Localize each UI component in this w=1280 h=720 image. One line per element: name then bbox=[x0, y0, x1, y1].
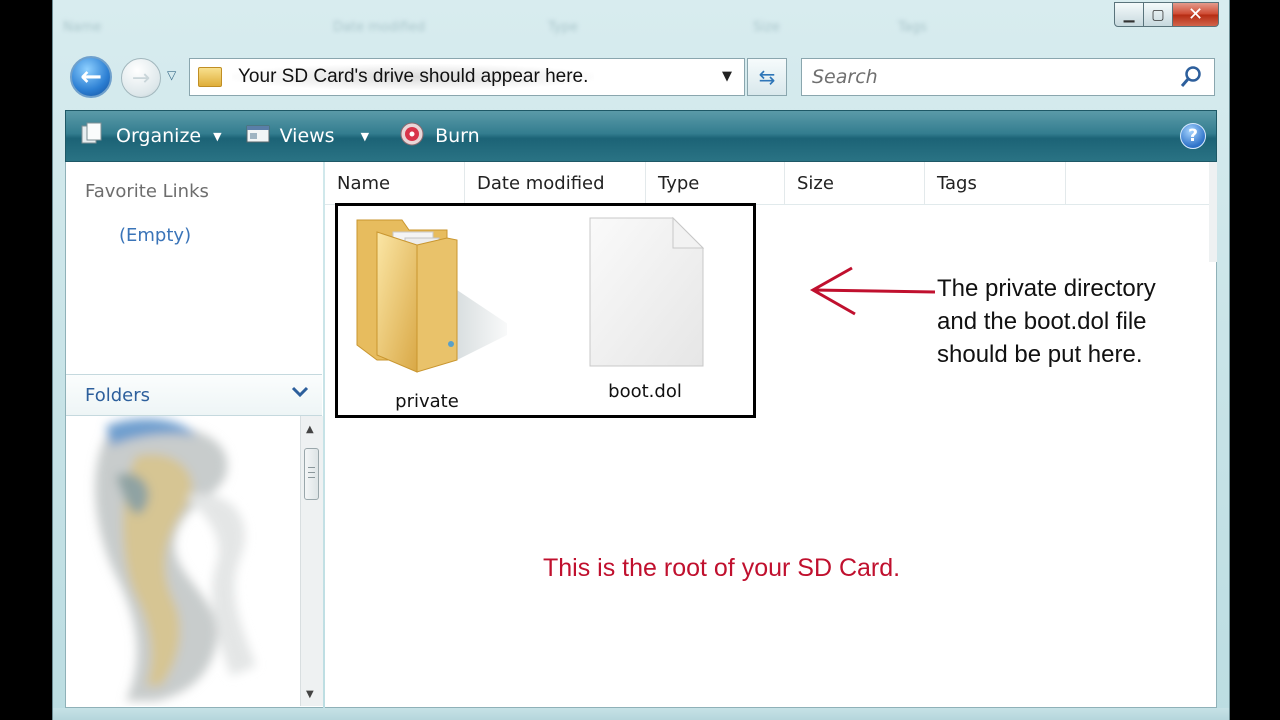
search-input[interactable] bbox=[810, 65, 1174, 89]
burn-button[interactable]: Burn bbox=[399, 121, 480, 152]
folder-icon bbox=[198, 67, 222, 87]
minimize-icon: ▁ bbox=[1123, 6, 1135, 23]
file-list-pane: Name Date modified Type Size Tags privat… bbox=[325, 162, 1217, 708]
address-dropdown-icon[interactable]: ▼ bbox=[722, 69, 732, 84]
vertical-scrollbar[interactable] bbox=[1209, 162, 1217, 262]
scroll-thumb[interactable] bbox=[304, 448, 319, 500]
folder-tree-blurred bbox=[66, 416, 300, 706]
forward-arrow-icon: → bbox=[131, 65, 151, 91]
ghost-header-name: Name bbox=[63, 20, 102, 35]
blurred-swirl-image bbox=[95, 418, 256, 701]
folder-item-private[interactable]: private bbox=[347, 210, 517, 412]
burn-disc-icon bbox=[399, 121, 425, 152]
favorite-links-title: Favorite Links bbox=[85, 181, 209, 202]
close-button[interactable]: ✕ bbox=[1172, 2, 1219, 27]
chevron-down-icon: ▼ bbox=[360, 129, 370, 143]
address-text: Your SD Card's drive should appear here. bbox=[232, 64, 595, 90]
window-controls: ▁ ▢ ✕ bbox=[1114, 2, 1219, 27]
ghost-header-size: Size bbox=[753, 20, 780, 35]
organize-icon bbox=[80, 122, 106, 151]
help-button[interactable]: ? bbox=[1180, 123, 1206, 149]
file-icon bbox=[589, 216, 705, 367]
views-icon bbox=[246, 123, 270, 150]
navigation-pane: Favorite Links (Empty) Folders ▲ ▼ bbox=[65, 162, 323, 708]
ghost-header-type: Type bbox=[548, 20, 578, 35]
command-bar: Organize ▼ Views ▼ Burn ? bbox=[65, 110, 1217, 162]
file-name: private bbox=[395, 391, 459, 412]
annotation-line: and the boot.dol file bbox=[937, 308, 1147, 335]
address-bar[interactable]: Your SD Card's drive should appear here.… bbox=[189, 58, 745, 96]
annotation-arrow-icon bbox=[809, 266, 936, 316]
burn-label: Burn bbox=[435, 125, 480, 147]
column-header-date-modified[interactable]: Date modified bbox=[465, 162, 646, 204]
file-item-boot-dol[interactable]: boot.dol bbox=[585, 214, 705, 402]
maximize-icon: ▢ bbox=[1151, 6, 1165, 23]
ghost-column-header: Name Date modified Type Size Tags bbox=[53, 14, 1229, 38]
scroll-down-icon[interactable]: ▼ bbox=[306, 689, 314, 700]
forward-button[interactable]: → bbox=[121, 58, 161, 98]
organize-menu[interactable]: Organize ▼ bbox=[80, 122, 222, 151]
folders-toggle[interactable]: Folders bbox=[66, 374, 322, 416]
refresh-icon: ⇆ bbox=[758, 65, 776, 89]
column-header-size[interactable]: Size bbox=[785, 162, 925, 204]
refresh-button[interactable]: ⇆ bbox=[747, 58, 787, 96]
annotation-line: The private directory bbox=[937, 275, 1156, 302]
annotation-text: The private directory and the boot.dol f… bbox=[937, 272, 1156, 371]
explorer-window: Name Date modified Type Size Tags ▁ ▢ ✕ … bbox=[52, 0, 1230, 720]
back-button[interactable]: ← bbox=[70, 56, 112, 98]
chevron-down-icon: ▽ bbox=[167, 68, 177, 82]
maximize-button[interactable]: ▢ bbox=[1143, 2, 1173, 27]
back-arrow-icon: ← bbox=[80, 62, 102, 92]
file-name: boot.dol bbox=[608, 381, 682, 402]
organize-label: Organize bbox=[116, 125, 202, 147]
folders-scrollbar[interactable]: ▲ ▼ bbox=[300, 416, 323, 706]
column-header-name[interactable]: Name bbox=[325, 162, 465, 204]
folder-icon bbox=[356, 219, 517, 373]
search-box bbox=[801, 58, 1215, 96]
annotation-line: should be put here. bbox=[937, 341, 1143, 368]
column-headers: Name Date modified Type Size Tags bbox=[325, 162, 1216, 205]
column-header-tags[interactable]: Tags bbox=[925, 162, 1066, 204]
favorite-links-empty: (Empty) bbox=[119, 225, 192, 246]
views-label: Views bbox=[279, 125, 335, 147]
chevron-down-icon bbox=[290, 383, 310, 405]
column-header-type[interactable]: Type bbox=[646, 162, 785, 204]
scroll-up-icon[interactable]: ▲ bbox=[306, 424, 314, 435]
folders-title: Folders bbox=[85, 385, 151, 406]
ghost-header-date: Date modified bbox=[333, 20, 426, 35]
minimize-button[interactable]: ▁ bbox=[1114, 2, 1144, 27]
help-icon: ? bbox=[1188, 126, 1198, 146]
recent-pages-dropdown[interactable]: ▽ bbox=[167, 68, 176, 82]
ghost-header-tags: Tags bbox=[898, 20, 927, 35]
search-icon[interactable] bbox=[1180, 65, 1202, 93]
chevron-down-icon: ▼ bbox=[213, 129, 222, 143]
views-menu[interactable]: Views ▼ bbox=[246, 123, 369, 150]
close-icon: ✕ bbox=[1187, 4, 1204, 25]
root-caption: This is the root of your SD Card. bbox=[543, 554, 901, 582]
status-strip bbox=[53, 708, 1229, 720]
